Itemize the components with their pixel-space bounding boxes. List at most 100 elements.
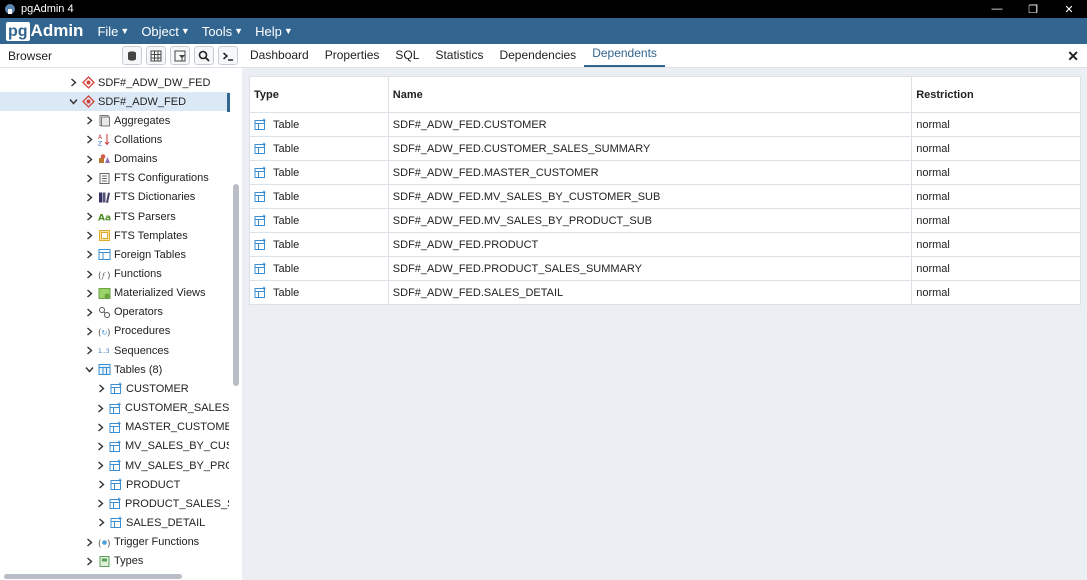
tree-item[interactable]: Tables (8) [0, 360, 229, 379]
chevron-right-icon[interactable] [84, 327, 94, 336]
tree-item[interactable]: A Z Collations [0, 130, 229, 149]
column-header-restriction[interactable]: Restriction [911, 76, 1081, 113]
tree-item-label: SDF#_ADW_DW_FED [98, 76, 211, 89]
tree-item[interactable]: SALES_DETAIL [0, 513, 229, 532]
view-data-button[interactable] [146, 46, 166, 65]
tab-dependents[interactable]: Dependents [584, 43, 665, 67]
chevron-right-icon[interactable] [84, 135, 94, 144]
table-row[interactable]: Table SDF#_ADW_FED.PRODUCT normal [249, 232, 1081, 257]
scrollbar-thumb[interactable] [233, 184, 239, 386]
tree-item[interactable]: CUSTOMER [0, 379, 229, 398]
tree-item[interactable]: PRODUCT_SALES_SUM [0, 494, 229, 513]
chevron-right-icon[interactable] [96, 423, 105, 432]
table-row[interactable]: Table SDF#_ADW_FED.SALES_DETAIL normal [249, 280, 1081, 305]
tree-item[interactable]: SDF#_ADW_DW_FED [0, 73, 229, 92]
chevron-right-icon[interactable] [84, 308, 94, 317]
scrollbar-thumb[interactable] [4, 574, 182, 579]
chevron-right-icon[interactable] [84, 269, 94, 279]
tree-item-label: SDF#_ADW_FED [98, 95, 187, 108]
tree-item[interactable]: MASTER_CUSTOMER [0, 418, 229, 437]
types-icon [98, 555, 111, 568]
chevron-down-icon: ▼ [283, 26, 293, 36]
menu-help[interactable]: Help ▼ [255, 24, 293, 39]
chevron-right-icon[interactable] [96, 499, 105, 508]
chevron-down-icon[interactable] [84, 365, 94, 374]
chevron-right-icon[interactable] [84, 289, 94, 298]
column-header-name[interactable]: Name [387, 76, 913, 113]
chevron-right-icon[interactable] [84, 231, 94, 240]
table-row[interactable]: Table SDF#_ADW_FED.MV_SALES_BY_PRODUCT_SU… [249, 208, 1081, 233]
chevron-right-icon[interactable] [84, 346, 94, 355]
tree-item[interactable]: Aa FTS Parsers [0, 207, 229, 226]
chevron-right-icon[interactable] [96, 404, 105, 413]
tree-item[interactable]: () Trigger Functions [0, 533, 229, 552]
search-objects-button[interactable] [194, 46, 214, 65]
menu-tools[interactable]: Tools ▼ [202, 24, 243, 39]
browser-panel-header: Browser [0, 44, 242, 68]
tree-vertical-scrollbar[interactable] [231, 68, 241, 572]
tree-item[interactable]: MV_SALES_BY_CUSTO [0, 437, 229, 456]
tree-item[interactable]: Foreign Tables [0, 245, 229, 264]
tab-dependencies[interactable]: Dependencies [491, 43, 584, 67]
close-icon[interactable]: ✕ [1067, 48, 1079, 65]
tree-item[interactable]: Domains [0, 150, 229, 169]
chevron-right-icon[interactable] [84, 193, 94, 202]
table-row[interactable]: Table SDF#_ADW_FED.CUSTOMER normal [249, 112, 1081, 137]
chevron-right-icon[interactable] [84, 174, 94, 183]
tab-sql[interactable]: SQL [387, 43, 427, 67]
tree-item[interactable]: MV_SALES_BY_PRODU [0, 456, 229, 475]
table-row[interactable]: Table SDF#_ADW_FED.MASTER_CUSTOMER normal [249, 160, 1081, 185]
chevron-down-icon[interactable] [68, 97, 78, 106]
procedures-icon: (↻) [98, 325, 111, 338]
menu-object[interactable]: Object ▼ [141, 24, 190, 39]
tree-item[interactable]: Aggregates [0, 111, 229, 130]
tree-item[interactable]: Materialized Views [0, 284, 229, 303]
table-icon [254, 214, 270, 227]
tree-item[interactable]: Types [0, 552, 229, 571]
pgadmin-elephant-icon [4, 3, 16, 15]
chevron-right-icon[interactable] [84, 212, 94, 221]
table-icon [254, 118, 270, 131]
object-explorer-button[interactable] [122, 46, 142, 65]
tree-item[interactable]: 1..3 Sequences [0, 341, 229, 360]
table-row[interactable]: Table SDF#_ADW_FED.MV_SALES_BY_CUSTOMER_S… [249, 184, 1081, 209]
minimize-button[interactable]: — [979, 0, 1015, 18]
tree-item[interactable]: SDF#_ADW_FED [0, 92, 229, 112]
table-row[interactable]: Table SDF#_ADW_FED.CUSTOMER_SALES_SUMMARY… [249, 136, 1081, 161]
tree-item[interactable]: PRODUCT [0, 475, 229, 494]
cell-type-content: Table [254, 214, 388, 227]
chevron-right-icon[interactable] [84, 557, 94, 566]
chevron-right-icon[interactable] [96, 384, 106, 393]
tree-item[interactable]: (↻) Procedures [0, 322, 229, 341]
psql-tool-button[interactable] [218, 46, 238, 65]
tree-item[interactable]: CUSTOMER_SALES_SU [0, 399, 229, 418]
chevron-right-icon[interactable] [84, 116, 94, 125]
tab-statistics[interactable]: Statistics [427, 43, 491, 67]
chevron-right-icon[interactable] [96, 442, 105, 451]
tree-item[interactable]: FTS Configurations [0, 169, 229, 188]
tree-horizontal-scrollbar[interactable] [0, 572, 242, 580]
domains-icon [98, 153, 111, 166]
filter-rows-button[interactable] [170, 46, 190, 65]
tree-item[interactable]: Operators [0, 303, 229, 322]
cell-type-content: Table [254, 166, 388, 179]
tree-item[interactable]: FTS Templates [0, 226, 229, 245]
close-window-button[interactable]: ✕ [1051, 0, 1087, 18]
chevron-right-icon[interactable] [84, 155, 94, 164]
chevron-right-icon[interactable] [84, 538, 94, 547]
chevron-right-icon[interactable] [68, 78, 78, 87]
tree-item[interactable]: (f) Functions [0, 265, 229, 284]
pgadmin-logo: pg Admin [6, 21, 83, 41]
tab-dashboard[interactable]: Dashboard [242, 43, 317, 67]
chevron-right-icon[interactable] [84, 250, 94, 259]
tab-properties[interactable]: Properties [317, 43, 388, 67]
chevron-right-icon[interactable] [96, 461, 105, 470]
tree-item-label: Domains [114, 153, 158, 166]
column-header-type[interactable]: Type [249, 76, 389, 113]
restore-button[interactable]: ❐ [1015, 0, 1051, 18]
chevron-right-icon[interactable] [96, 518, 106, 527]
menu-file[interactable]: File ▼ [97, 24, 129, 39]
chevron-right-icon[interactable] [96, 480, 106, 489]
tree-item[interactable]: FTS Dictionaries [0, 188, 229, 207]
table-row[interactable]: Table SDF#_ADW_FED.PRODUCT_SALES_SUMMARY n… [249, 256, 1081, 281]
